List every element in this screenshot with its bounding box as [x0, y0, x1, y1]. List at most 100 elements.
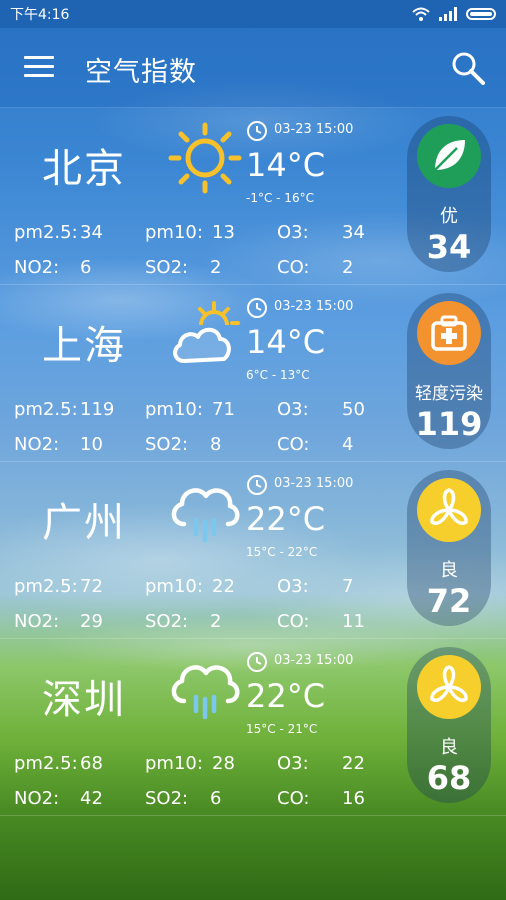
- city-card-shenzhen[interactable]: 深圳 03-23 15:00 22°C 15°C - 21°C pm2.5: 6…: [0, 639, 506, 816]
- page-title: 空气指数: [85, 57, 197, 88]
- rain-cloud-icon: [171, 665, 240, 720]
- signal-icon: [439, 7, 457, 21]
- pm10-value: 22: [212, 576, 235, 597]
- so2-label: SO2:: [145, 788, 189, 809]
- leaf-icon: [434, 140, 465, 171]
- no2-label: NO2:: [14, 257, 60, 278]
- aqi-level: 良: [440, 737, 458, 758]
- fan-icon: [430, 665, 468, 702]
- clock-icon: [247, 121, 267, 141]
- pm25-label: pm2.5:: [14, 399, 78, 420]
- so2-label: SO2:: [145, 611, 189, 632]
- o3-label: O3:: [277, 222, 309, 243]
- pm10-value: 28: [212, 753, 235, 774]
- update-time: 03-23 15:00: [274, 122, 354, 137]
- no2-label: NO2:: [14, 611, 60, 632]
- no2-value: 6: [80, 257, 92, 278]
- no2-value: 10: [80, 434, 103, 455]
- city-name: 上海: [42, 323, 126, 369]
- pm25-label: pm2.5:: [14, 753, 78, 774]
- pm25-value: 119: [80, 399, 115, 420]
- update-time: 03-23 15:00: [274, 653, 354, 668]
- aqi-level: 良: [440, 560, 458, 581]
- so2-label: SO2:: [145, 257, 189, 278]
- o3-label: O3:: [277, 576, 309, 597]
- so2-value: 2: [210, 257, 222, 278]
- pm25-value: 34: [80, 222, 103, 243]
- pm25-label: pm2.5:: [14, 576, 78, 597]
- city-name: 北京: [42, 146, 126, 192]
- aqi-badge[interactable]: 良 68: [407, 647, 491, 803]
- pm25-label: pm2.5:: [14, 222, 78, 243]
- menu-icon[interactable]: [24, 56, 54, 80]
- city-name: 深圳: [42, 677, 126, 723]
- no2-label: NO2:: [14, 434, 60, 455]
- temperature-range: 6°C - 13°C: [246, 368, 310, 382]
- aqi-value: 72: [426, 582, 472, 620]
- temperature-range: 15°C - 21°C: [246, 722, 318, 736]
- aqi-value: 68: [426, 759, 472, 797]
- co-value: 16: [342, 788, 365, 809]
- temperature-range: 15°C - 22°C: [246, 545, 318, 559]
- battery-icon: [466, 8, 496, 20]
- aqi-value: 34: [426, 228, 472, 266]
- search-icon[interactable]: [450, 50, 486, 86]
- pm10-label: pm10:: [145, 222, 203, 243]
- city-name: 广州: [42, 500, 126, 546]
- no2-value: 29: [80, 611, 103, 632]
- aqi-level: 轻度污染: [415, 384, 483, 404]
- no2-label: NO2:: [14, 788, 60, 809]
- sun-icon: [168, 122, 242, 194]
- aqi-badge[interactable]: 优 34: [407, 116, 491, 272]
- clock-icon: [247, 652, 267, 672]
- pm25-value: 68: [80, 753, 103, 774]
- aqi-badge[interactable]: 轻度污染 119: [407, 293, 491, 449]
- aqi-badge[interactable]: 良 72: [407, 470, 491, 626]
- pm25-value: 72: [80, 576, 103, 597]
- status-time: 下午4:16: [10, 7, 70, 23]
- temperature-range: -1°C - 16°C: [246, 191, 314, 205]
- aqi-level: 优: [440, 206, 458, 227]
- so2-label: SO2:: [145, 434, 189, 455]
- pm10-value: 13: [212, 222, 235, 243]
- pm10-label: pm10:: [145, 576, 203, 597]
- co-label: CO:: [277, 611, 310, 632]
- co-label: CO:: [277, 257, 310, 278]
- so2-value: 6: [210, 788, 222, 809]
- city-card-shanghai[interactable]: 上海 03-23 15:00 14°C 6°C - 13°C pm2.5: 11…: [0, 285, 506, 462]
- co-label: CO:: [277, 434, 310, 455]
- temperature: 14°C: [246, 323, 326, 361]
- o3-label: O3:: [277, 399, 309, 420]
- partly-cloudy-icon: [173, 301, 240, 363]
- aqi-icon-circle: [417, 478, 481, 542]
- rain-cloud-icon: [171, 488, 240, 543]
- update-time: 03-23 15:00: [274, 476, 354, 491]
- aqi-value: 119: [415, 405, 483, 443]
- aqi-icon-circle: [417, 124, 481, 188]
- co-value: 11: [342, 611, 365, 632]
- co-value: 4: [342, 434, 354, 455]
- o3-value: 22: [342, 753, 365, 774]
- so2-value: 2: [210, 611, 222, 632]
- city-card-beijing[interactable]: 北京 03-23 15:00 14°C -1°C - 16°C pm2.5: 3…: [0, 108, 506, 285]
- city-card-guangzhou[interactable]: 广州 03-23 15:00 22°C 15°C - 22°C pm2.5: 7…: [0, 462, 506, 639]
- temperature: 22°C: [246, 500, 326, 538]
- temperature: 14°C: [246, 146, 326, 184]
- clock-icon: [247, 475, 267, 495]
- fan-icon: [430, 488, 468, 525]
- pm10-label: pm10:: [145, 399, 203, 420]
- co-value: 2: [342, 257, 354, 278]
- wifi-icon: [412, 7, 430, 21]
- clock-icon: [247, 298, 267, 318]
- update-time: 03-23 15:00: [274, 299, 354, 314]
- aqi-icon-circle: [417, 655, 481, 719]
- first-aid-kit-icon: [431, 315, 467, 351]
- so2-value: 8: [210, 434, 222, 455]
- no2-value: 42: [80, 788, 103, 809]
- o3-value: 34: [342, 222, 365, 243]
- o3-value: 50: [342, 399, 365, 420]
- o3-label: O3:: [277, 753, 309, 774]
- pm10-value: 71: [212, 399, 235, 420]
- co-label: CO:: [277, 788, 310, 809]
- aqi-icon-circle: [417, 301, 481, 365]
